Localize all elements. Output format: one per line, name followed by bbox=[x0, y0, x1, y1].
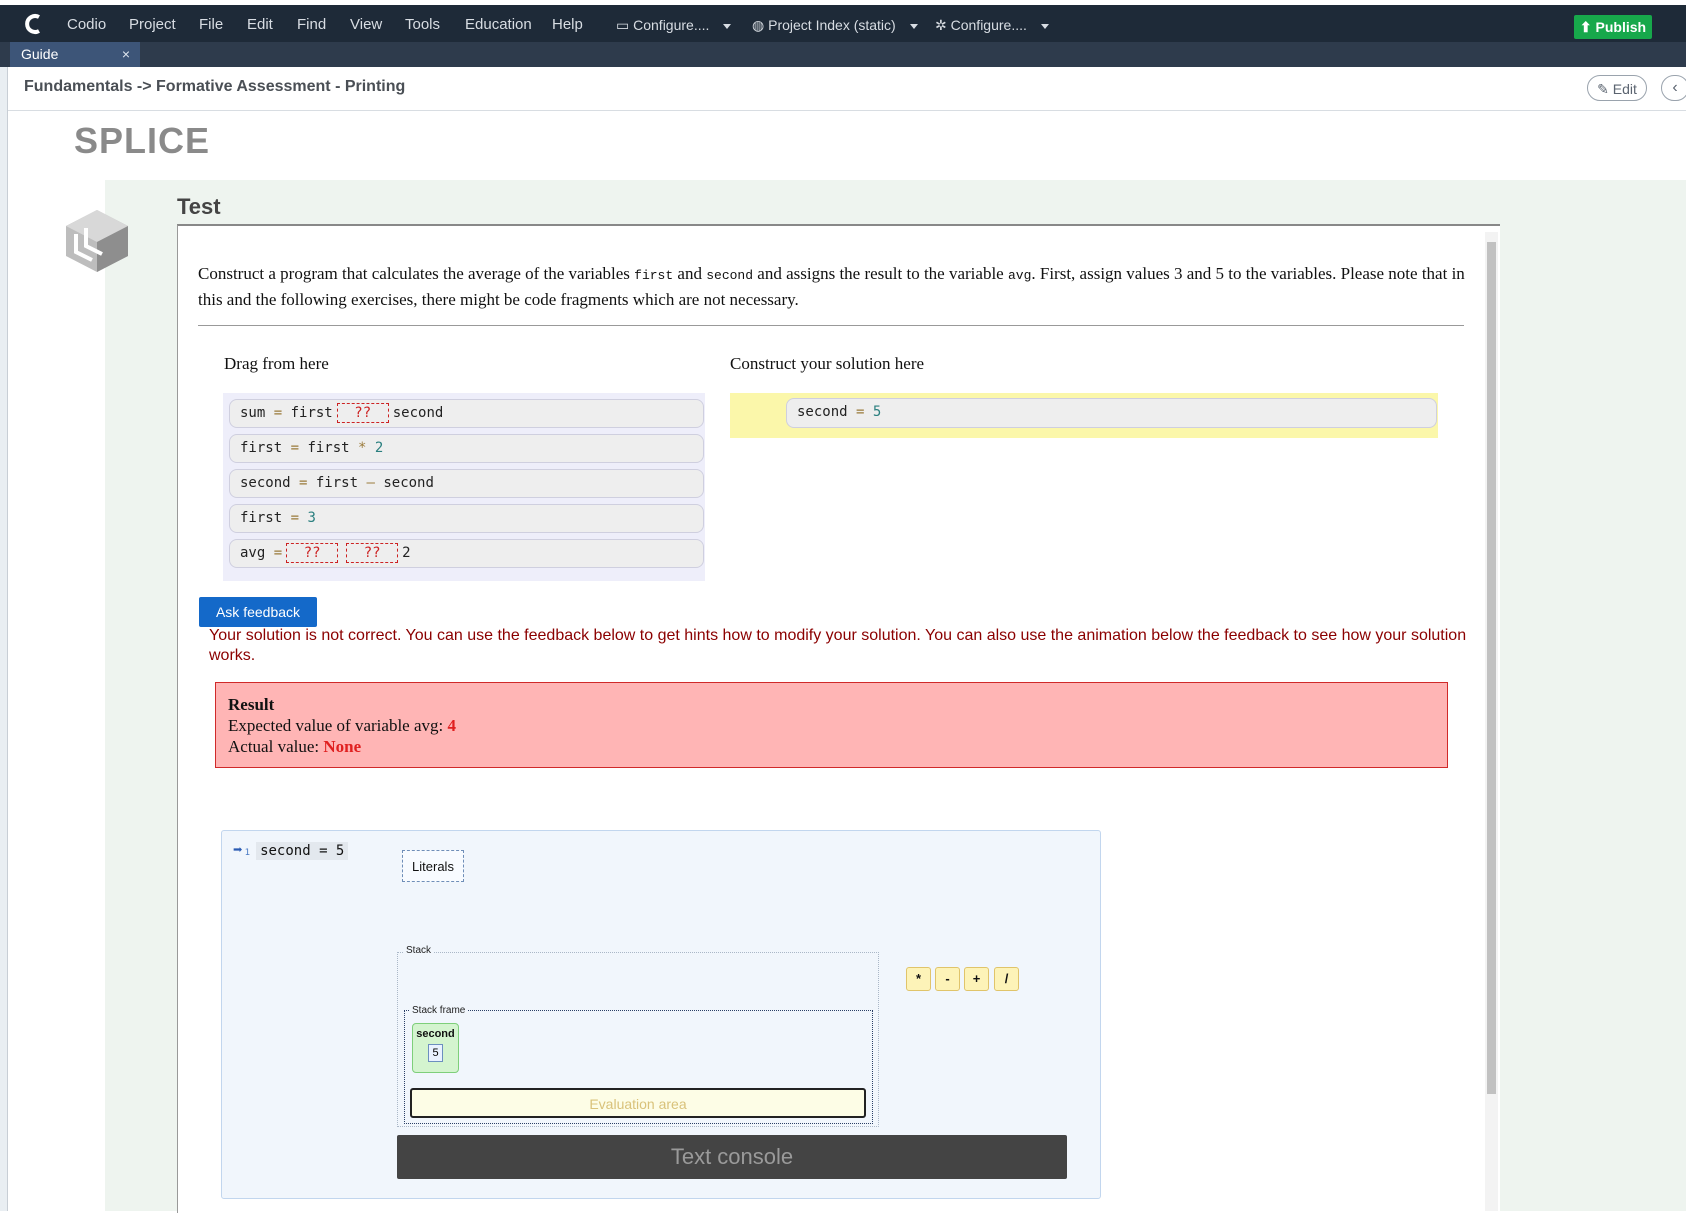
blank-slot[interactable]: ?? bbox=[346, 543, 398, 563]
project-index-label: Project Index (static) bbox=[768, 17, 896, 33]
operator-divide[interactable]: / bbox=[994, 967, 1019, 991]
expected-value-line: Expected value of variable avg: 4 bbox=[228, 715, 1435, 736]
page-title: SPLICE bbox=[74, 120, 210, 162]
section-title: Test bbox=[177, 194, 221, 220]
tab-guide[interactable]: Guide × bbox=[10, 42, 140, 67]
tab-guide-label: Guide bbox=[21, 46, 58, 62]
edit-label: Edit bbox=[1613, 81, 1637, 97]
guide-header: Fundamentals -> Formative Assessment - P… bbox=[8, 67, 1686, 111]
scrollbar-thumb[interactable] bbox=[1487, 242, 1496, 1094]
result-box: Result Expected value of variable avg: 4… bbox=[215, 682, 1448, 768]
variable-name: second bbox=[413, 1028, 458, 1040]
exercise-description: Construct a program that calculates the … bbox=[198, 262, 1468, 312]
stack-label: Stack bbox=[404, 945, 433, 956]
menu-education[interactable]: Education bbox=[465, 16, 532, 33]
configure-terminal-dropdown[interactable]: ▭ Configure.... bbox=[616, 17, 731, 34]
blank-slot[interactable]: ?? bbox=[337, 403, 389, 423]
evaluation-area: Evaluation area bbox=[410, 1088, 866, 1118]
breadcrumb: Fundamentals -> Formative Assessment - P… bbox=[24, 78, 405, 96]
divider bbox=[198, 325, 1464, 326]
menu-file[interactable]: File bbox=[199, 16, 223, 33]
chevron-down-icon bbox=[723, 24, 731, 29]
edit-button[interactable]: ✎ Edit bbox=[1587, 75, 1647, 101]
code-block-sum[interactable]: sum = first??second bbox=[229, 399, 704, 428]
stack-frame-label: Stack frame bbox=[410, 1005, 467, 1016]
current-line-arrow-icon: ➡ bbox=[233, 840, 243, 859]
menu-find[interactable]: Find bbox=[297, 16, 326, 33]
operator-multiply[interactable]: * bbox=[906, 967, 931, 991]
tab-bar: Guide × bbox=[0, 42, 1686, 67]
pencil-icon: ✎ bbox=[1597, 81, 1609, 97]
menu-help[interactable]: Help bbox=[552, 16, 583, 33]
operator-minus[interactable]: - bbox=[935, 967, 960, 991]
top-menu-bar: Codio Project File Edit Find View Tools … bbox=[0, 0, 1686, 42]
variable-card: second 5 bbox=[412, 1023, 459, 1073]
bug-icon: ✲ bbox=[935, 17, 947, 33]
literals-box: Literals bbox=[402, 850, 464, 882]
menu-project[interactable]: Project bbox=[129, 16, 176, 33]
solution-block-second[interactable]: second = 5 bbox=[786, 398, 1437, 428]
publish-button[interactable]: ⬆ Publish bbox=[1574, 15, 1652, 39]
terminal-icon: ▭ bbox=[616, 17, 629, 33]
left-editor-strip bbox=[0, 67, 8, 1211]
close-icon[interactable]: × bbox=[122, 42, 130, 66]
codio-logo-icon[interactable] bbox=[24, 13, 46, 35]
ask-feedback-button[interactable]: Ask feedback bbox=[199, 597, 317, 627]
construct-heading: Construct your solution here bbox=[730, 354, 924, 374]
code-block-first-assign[interactable]: first = 3 bbox=[229, 504, 704, 533]
variable-value: 5 bbox=[428, 1044, 443, 1062]
animation-code-line: ➡1 second = 5 bbox=[233, 840, 348, 859]
publish-label: Publish bbox=[1596, 19, 1647, 35]
chevron-down-icon bbox=[910, 24, 918, 29]
upload-arrow-icon: ⬆ bbox=[1580, 19, 1592, 35]
code-block-first-double[interactable]: first = first * 2 bbox=[229, 434, 704, 463]
globe-icon: ◍ bbox=[752, 17, 764, 33]
chevron-left-icon: ‹ bbox=[1672, 79, 1677, 96]
blank-slot[interactable]: ?? bbox=[286, 543, 338, 563]
menu-edit[interactable]: Edit bbox=[247, 16, 273, 33]
drag-heading: Drag from here bbox=[224, 354, 329, 374]
configure-label: Configure.... bbox=[633, 17, 709, 33]
project-index-dropdown[interactable]: ◍ Project Index (static) bbox=[752, 17, 918, 34]
feedback-message: Your solution is not correct. You can us… bbox=[209, 626, 1469, 666]
code-block-avg[interactable]: avg =????2 bbox=[229, 539, 704, 568]
collapse-button[interactable]: ‹ bbox=[1661, 75, 1686, 101]
result-title: Result bbox=[228, 694, 1435, 715]
operator-plus[interactable]: + bbox=[964, 967, 989, 991]
splice-cube-icon bbox=[62, 206, 132, 276]
menu-codio[interactable]: Codio bbox=[67, 16, 106, 33]
line-number: 1 bbox=[245, 848, 250, 858]
chevron-down-icon bbox=[1041, 24, 1049, 29]
configure-label: Configure.... bbox=[951, 17, 1027, 33]
line-code: second = 5 bbox=[256, 842, 348, 860]
text-console: Text console bbox=[397, 1135, 1067, 1179]
menu-tools[interactable]: Tools bbox=[405, 16, 440, 33]
configure-debug-dropdown[interactable]: ✲ Configure.... bbox=[935, 17, 1049, 34]
code-block-second-diff[interactable]: second = first – second bbox=[229, 469, 704, 498]
panel-scrollbar[interactable] bbox=[1485, 232, 1498, 1211]
actual-value-line: Actual value: None bbox=[228, 736, 1435, 757]
menu-view[interactable]: View bbox=[350, 16, 382, 33]
